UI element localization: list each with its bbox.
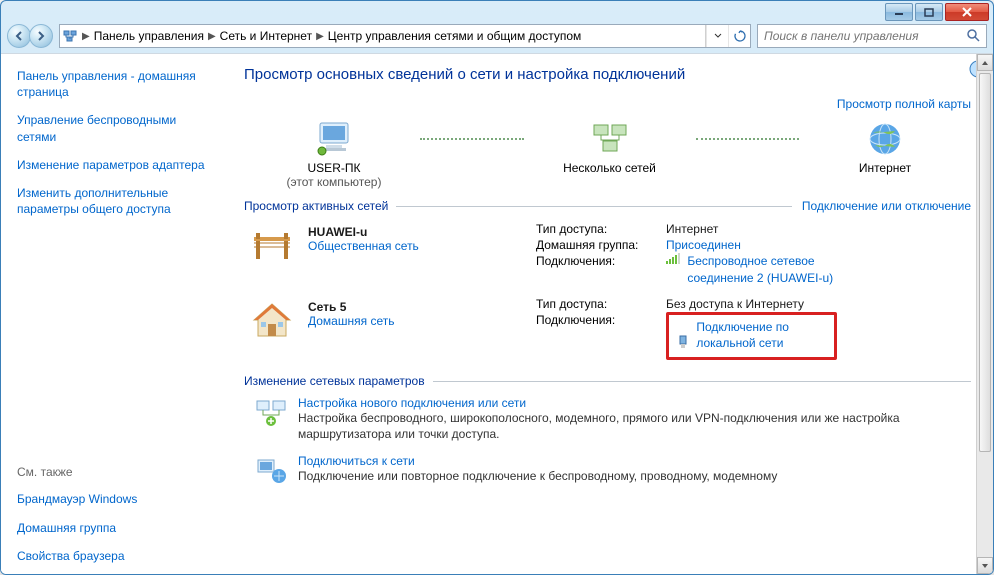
wifi-signal-icon xyxy=(666,253,680,269)
map-node-internet: Интернет xyxy=(805,119,965,175)
breadcrumb-sep-icon[interactable]: ▶ xyxy=(206,31,218,42)
see-also-block: См. также xyxy=(17,465,206,479)
map-node-label: USER-ПК xyxy=(308,161,361,175)
scroll-down-button[interactable] xyxy=(977,557,993,574)
network-map: USER-ПК (этот компьютер) Несколько сетей… xyxy=(244,119,971,189)
action-desc: Подключение или повторное подключение к … xyxy=(298,468,777,484)
refresh-button[interactable] xyxy=(728,25,750,47)
network-row-huawei: HUAWEI-u Общественная сеть Тип доступа:И… xyxy=(248,221,971,286)
breadcrumb-control-panel[interactable]: Панель управления xyxy=(92,29,206,43)
homegroup-joined-link[interactable]: Присоединен xyxy=(666,237,741,253)
maximize-button[interactable] xyxy=(915,3,943,21)
connect-disconnect-link[interactable]: Подключение или отключение xyxy=(802,199,971,213)
address-dropdown[interactable] xyxy=(706,25,728,47)
house-icon xyxy=(248,296,296,344)
change-settings-header: Изменение сетевых параметров xyxy=(244,374,971,388)
connect-network-icon xyxy=(254,454,288,488)
search-icon[interactable] xyxy=(966,28,982,45)
breadcrumb-sep-icon[interactable]: ▶ xyxy=(314,31,326,42)
kv-key: Подключения: xyxy=(536,253,666,285)
see-also-heading: См. также xyxy=(17,465,206,479)
page-title: Просмотр основных сведений о сети и наст… xyxy=(244,66,971,83)
network-setup-icon xyxy=(254,396,288,430)
section-title: Изменение сетевых параметров xyxy=(244,374,425,388)
search-input[interactable] xyxy=(762,28,966,44)
address-bar-row: ▶ Панель управления ▶ Сеть и Интернет ▶ … xyxy=(1,21,993,53)
address-box[interactable]: ▶ Панель управления ▶ Сеть и Интернет ▶ … xyxy=(59,24,751,48)
action-title[interactable]: Подключиться к сети xyxy=(298,454,777,468)
action-title[interactable]: Настройка нового подключения или сети xyxy=(298,396,918,410)
minimize-button[interactable] xyxy=(885,3,913,21)
back-button[interactable] xyxy=(7,24,31,48)
kv-value: Без доступа к Интернету xyxy=(666,296,971,312)
multi-network-icon xyxy=(588,119,632,159)
map-node-sublabel: (этот компьютер) xyxy=(287,175,382,189)
network-name: Сеть 5 xyxy=(308,300,394,314)
sidebar-sharing-settings[interactable]: Изменить дополнительные параметры общего… xyxy=(17,185,206,217)
kv-key: Тип доступа: xyxy=(536,296,666,312)
action-connect-to-network: Подключиться к сети Подключение или повт… xyxy=(254,454,971,488)
breadcrumb-network-internet[interactable]: Сеть и Интернет xyxy=(218,29,314,43)
computer-icon xyxy=(312,119,356,159)
close-button[interactable] xyxy=(945,3,989,21)
action-desc: Настройка беспроводного, широкополосного… xyxy=(298,410,918,442)
map-node-label: Несколько сетей xyxy=(563,161,656,175)
kv-value: Интернет xyxy=(666,221,971,237)
title-bar xyxy=(1,1,993,21)
wireless-connection-link[interactable]: Беспроводное сетевое соединение 2 (HUAWE… xyxy=(687,253,877,285)
forward-button[interactable] xyxy=(29,24,53,48)
active-networks-header: Просмотр активных сетей Подключение или … xyxy=(244,199,971,213)
main-panel: ? Просмотр основных сведений о сети и на… xyxy=(216,54,993,574)
network-type-link[interactable]: Домашняя сеть xyxy=(308,314,394,328)
scroll-thumb[interactable] xyxy=(979,73,991,452)
nav-buttons xyxy=(7,24,53,48)
ethernet-icon xyxy=(677,335,689,353)
map-node-this-pc: USER-ПК (этот компьютер) xyxy=(254,119,414,189)
sidebar-browser-props[interactable]: Свойства браузера xyxy=(17,548,206,564)
network-type-link[interactable]: Общественная сеть xyxy=(308,239,419,253)
globe-icon xyxy=(863,119,907,159)
search-box[interactable] xyxy=(757,24,987,48)
sidebar-manage-wireless[interactable]: Управление беспроводными сетями xyxy=(17,112,206,144)
network-name: HUAWEI-u xyxy=(308,225,419,239)
network-row-network5: Сеть 5 Домашняя сеть Тип доступа:Без дос… xyxy=(248,296,971,360)
view-full-map-link[interactable]: Просмотр полной карты xyxy=(244,97,971,111)
action-setup-new-connection: Настройка нового подключения или сети На… xyxy=(254,396,971,442)
kv-key: Тип доступа: xyxy=(536,221,666,237)
map-node-label: Интернет xyxy=(859,161,911,175)
network-center-icon xyxy=(60,28,80,44)
body-area: Панель управления - домашняя страница Уп… xyxy=(1,53,993,574)
sidebar-homegroup[interactable]: Домашняя группа xyxy=(17,520,206,536)
sidebar-firewall[interactable]: Брандмауэр Windows xyxy=(17,491,206,507)
breadcrumb-network-center[interactable]: Центр управления сетями и общим доступом xyxy=(326,29,584,43)
sidebar-home[interactable]: Панель управления - домашняя страница xyxy=(17,68,206,100)
bench-icon xyxy=(248,221,296,269)
highlighted-lan-link: Подключение по локальной сети xyxy=(666,312,837,360)
kv-key: Подключения: xyxy=(536,312,666,360)
sidebar: Панель управления - домашняя страница Уп… xyxy=(1,54,216,574)
vertical-scrollbar[interactable] xyxy=(976,54,993,574)
sidebar-adapter-settings[interactable]: Изменение параметров адаптера xyxy=(17,157,206,173)
map-node-multiple-networks: Несколько сетей xyxy=(530,119,690,175)
section-title: Просмотр активных сетей xyxy=(244,199,388,213)
window-frame: ▶ Панель управления ▶ Сеть и Интернет ▶ … xyxy=(0,0,994,575)
lan-connection-link[interactable]: Подключение по локальной сети xyxy=(696,319,826,351)
kv-key: Домашняя группа: xyxy=(536,237,666,253)
scroll-up-button[interactable] xyxy=(977,54,993,71)
breadcrumb-sep-icon[interactable]: ▶ xyxy=(80,31,92,42)
